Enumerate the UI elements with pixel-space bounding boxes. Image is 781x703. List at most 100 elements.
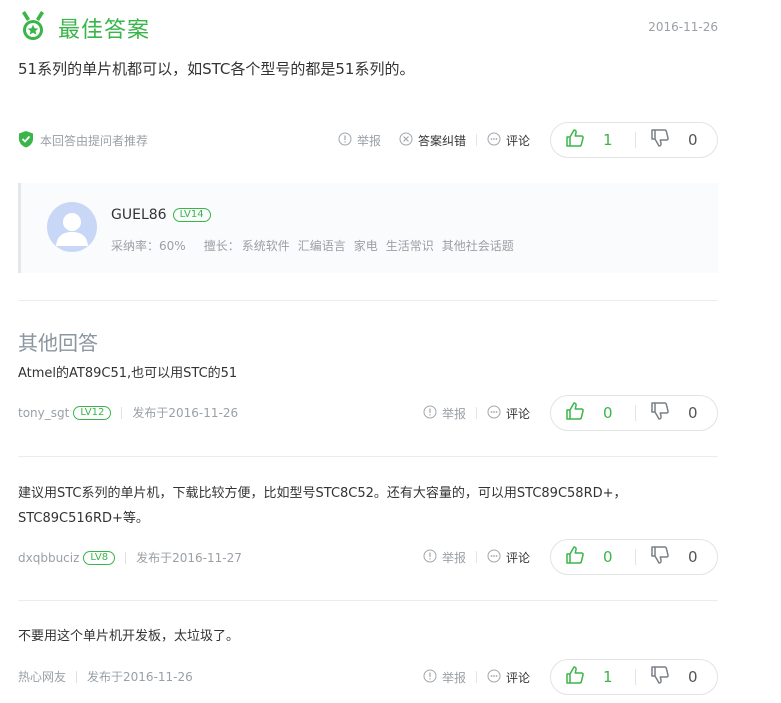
like-count: 1 [603, 668, 613, 686]
thumb-down-icon [650, 665, 670, 689]
comment-icon [487, 669, 501, 686]
comment-label: 评论 [505, 550, 530, 565]
answer-meta: 热心网友 发布于2016-11-26 [18, 668, 193, 685]
medal-icon [18, 10, 48, 46]
comment-label: 评论 [505, 133, 530, 148]
dislike-count: 0 [688, 404, 698, 422]
answer-actions: 举报 评论 1 0 [423, 659, 718, 695]
level-badge: LV8 [83, 550, 116, 565]
dislike-count: 0 [688, 668, 698, 686]
answer-date: 发布于2016-11-26 [87, 670, 193, 684]
other-answers-title: 其他回答 [18, 331, 98, 355]
answer-date: 发布于2016-11-26 [132, 406, 239, 420]
divider [76, 670, 78, 683]
recommend-text: 本回答由提问者推荐 [40, 133, 149, 148]
answerer-name[interactable]: GUEL86 [111, 207, 167, 223]
level-badge: LV14 [172, 208, 211, 222]
comment-button[interactable]: 评论 [487, 405, 530, 422]
report-icon [338, 132, 352, 149]
thumb-down-icon [650, 545, 670, 569]
thumb-up-icon [565, 665, 585, 689]
like-count: 1 [603, 131, 613, 149]
divider [475, 134, 477, 146]
section-divider [18, 300, 718, 301]
answer-actions: 举报 评论 0 0 [423, 395, 718, 431]
comment-icon [487, 549, 501, 566]
answerer-meta: 采纳率：60% 擅长： 系统软件 汇编语言 家电 生活常识 其他社会话题 [111, 237, 514, 254]
dislike-count: 0 [688, 548, 698, 566]
answer-content: 不要用这个单片机开发板，太垃圾了。 [18, 629, 240, 644]
answer-date: 发布于2016-11-27 [136, 551, 242, 565]
shield-check-icon [18, 130, 34, 151]
best-answer-header: 最佳答案 [18, 10, 151, 46]
best-answer-title: 最佳答案 [58, 18, 151, 43]
comment-button[interactable]: 评论 [487, 669, 530, 686]
dislike-count: 0 [688, 131, 698, 149]
answer-meta: tony_sgt LV12 发布于2016-11-26 [18, 404, 238, 421]
specialty-tag[interactable]: 其他社会话题 [442, 237, 514, 254]
specialty-tag[interactable]: 系统软件 [242, 237, 290, 254]
specialty-tag[interactable]: 生活常识 [386, 237, 434, 254]
level-badge: LV12 [73, 405, 112, 420]
specialty-tag[interactable]: 家电 [354, 237, 378, 254]
answer-meta: dxqbbuciz LV8 发布于2016-11-27 [18, 549, 242, 566]
section-divider [18, 456, 718, 457]
answerer-name-row: GUEL86 LV14 [111, 207, 211, 223]
vote-box: 1 0 [550, 122, 718, 158]
report-icon [423, 405, 437, 422]
dislike-button[interactable]: 0 [636, 660, 717, 694]
answer-author[interactable]: dxqbbuciz [18, 551, 79, 565]
adopt-rate: 采纳率：60% [111, 239, 186, 253]
like-button[interactable]: 0 [551, 540, 635, 574]
comment-button[interactable]: 评论 [487, 132, 530, 149]
dislike-button[interactable]: 0 [636, 123, 717, 157]
answerer-card: GUEL86 LV14 采纳率：60% 擅长： 系统软件 汇编语言 家电 生活常… [18, 183, 718, 273]
answer-author[interactable]: tony_sgt [18, 406, 69, 420]
report-label: 举报 [441, 406, 466, 421]
dislike-button[interactable]: 0 [636, 396, 717, 430]
answer-author[interactable]: 热心网友 [18, 668, 66, 685]
specialty-tag[interactable]: 汇编语言 [298, 237, 346, 254]
avatar-placeholder[interactable] [47, 202, 97, 252]
divider [475, 551, 477, 563]
like-count: 0 [603, 548, 613, 566]
vote-box: 1 0 [550, 659, 718, 695]
section-divider [18, 600, 718, 601]
divider [125, 551, 127, 564]
thumb-up-icon [565, 401, 585, 425]
comment-icon [487, 132, 501, 149]
dislike-button[interactable]: 0 [636, 540, 717, 574]
thumb-down-icon [650, 128, 670, 152]
report-icon [423, 549, 437, 566]
specialty-label: 擅长： [203, 239, 240, 253]
vote-box: 0 0 [550, 395, 718, 431]
report-button[interactable]: 举报 [338, 132, 381, 149]
report-button[interactable]: 举报 [423, 669, 466, 686]
recommend-note: 本回答由提问者推荐 [18, 130, 148, 151]
like-button[interactable]: 1 [551, 123, 635, 157]
answer-content: 建议用STC系列的单片机，下载比较方便，比如型号STC8C52。还有大容量的，可… [18, 486, 627, 526]
divider [121, 406, 123, 419]
like-button[interactable]: 1 [551, 660, 635, 694]
answer-content: Atmel的AT89C51,也可以用STC的51 [18, 366, 238, 381]
divider [475, 407, 477, 419]
report-button[interactable]: 举报 [423, 549, 466, 566]
comment-icon [487, 405, 501, 422]
correct-label: 答案纠错 [417, 133, 466, 148]
like-count: 0 [603, 404, 613, 422]
answer-actions: 举报 评论 0 0 [423, 539, 718, 575]
thumb-down-icon [650, 401, 670, 425]
report-label: 举报 [441, 670, 466, 685]
thumb-up-icon [565, 545, 585, 569]
correct-answer-button[interactable]: 答案纠错 [399, 132, 466, 149]
comment-label: 评论 [505, 670, 530, 685]
like-button[interactable]: 0 [551, 396, 635, 430]
comment-button[interactable]: 评论 [487, 549, 530, 566]
thumb-up-icon [565, 128, 585, 152]
report-button[interactable]: 举报 [423, 405, 466, 422]
report-icon [423, 669, 437, 686]
report-label: 举报 [441, 550, 466, 565]
best-answer-date: 2016-11-26 [648, 20, 718, 34]
correct-icon [399, 132, 413, 149]
best-answer-actions: 本回答由提问者推荐 举报 答案纠错 评论 1 0 [18, 122, 718, 158]
